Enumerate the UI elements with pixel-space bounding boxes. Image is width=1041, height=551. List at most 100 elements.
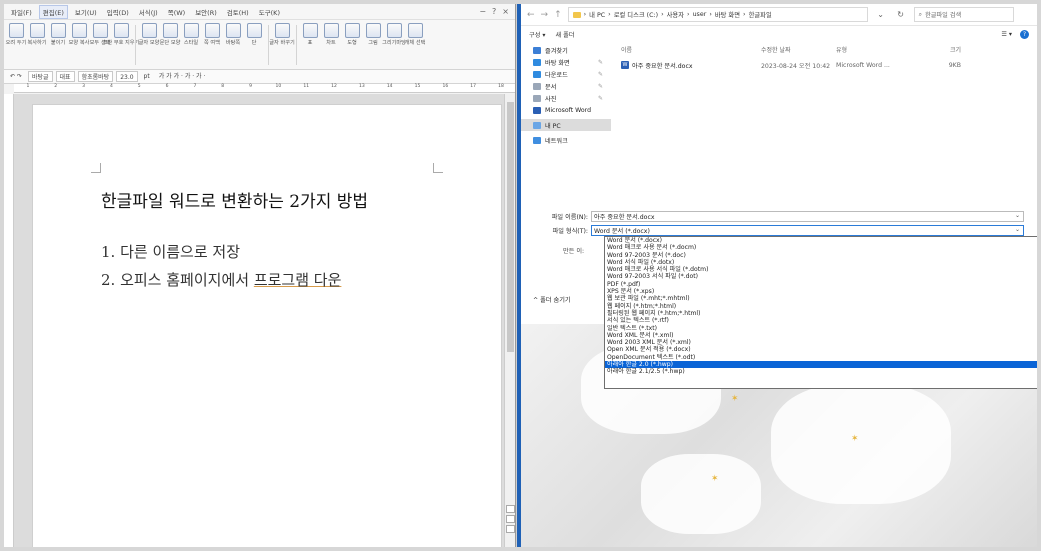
menu-item[interactable]: 도구(K)	[256, 6, 283, 18]
breadcrumb-item[interactable]: 내 PC	[589, 10, 605, 19]
filename-input[interactable]: 아주 중요한 문서.docx ⌄	[591, 210, 1024, 222]
hide-folders-button[interactable]: ^ 폴더 숨기기	[533, 295, 571, 304]
menu-item[interactable]: 보기(U)	[72, 6, 100, 18]
filetype-option[interactable]: Word 97-2003 문서 (*.doc)	[605, 252, 1037, 259]
menu-item[interactable]: 파일(F)	[8, 6, 35, 18]
breadcrumb-item[interactable]: 바탕 화면	[715, 10, 740, 19]
ribbon-button[interactable]: 차트	[321, 23, 341, 46]
chevron-down-icon[interactable]: ⌄	[1015, 226, 1020, 233]
format-copy-icon	[71, 23, 87, 38]
breadcrumb-item[interactable]: 한글파일	[749, 10, 772, 19]
document-page[interactable]: 한글파일 워드로 변환하는 2가지 방법 1. 다른 이름으로 저장 2. 오피…	[32, 104, 502, 547]
ribbon-button[interactable]: 그림	[363, 23, 383, 46]
ribbon-label: 글자 바꾸기	[269, 40, 295, 46]
help-icon[interactable]: ?	[492, 7, 496, 16]
col-type[interactable]: 유형	[836, 45, 906, 54]
dropdown-icon[interactable]: ⌄	[874, 10, 888, 19]
filetype-option[interactable]: 서식 있는 텍스트 (*.rtf)	[605, 317, 1037, 324]
filetype-option[interactable]: 아래아 한글 2.1/2.5 (*.hwp)	[605, 368, 1037, 375]
pin-icon[interactable]: ✎	[598, 95, 603, 102]
filetype-select[interactable]: Word 문서 (*.docx) ⌄	[591, 224, 1024, 236]
chevron-down-icon[interactable]: ⌄	[1015, 212, 1020, 219]
ribbon-button[interactable]: 글자 모양	[139, 23, 159, 46]
prev-page-button[interactable]	[506, 505, 515, 513]
ribbon-button[interactable]: 글자 바꾸기	[269, 23, 295, 46]
nav-item[interactable]: 문서 ✎	[521, 80, 611, 92]
ribbon-button[interactable]: 조판 부호 지우기	[103, 23, 139, 46]
filetype-option[interactable]: 일반 텍스트 (*.txt)	[605, 325, 1037, 332]
font-select[interactable]: 함초롬바탕	[77, 71, 114, 82]
col-size[interactable]: 크기	[906, 45, 961, 54]
ribbon-button[interactable]: 단	[244, 23, 264, 46]
pin-icon[interactable]: ✎	[598, 71, 603, 78]
file-type: Microsoft Word ...	[836, 61, 890, 69]
nav-item[interactable]: 사진 ✎	[521, 92, 611, 104]
filetype-option[interactable]: PDF (*.pdf)	[605, 281, 1037, 288]
address-bar[interactable]: › 내 PC › 로컬 디스크 (C:) › 사용자 › user › 바탕 화면 › 한글파일	[567, 7, 868, 22]
document-icon	[533, 82, 541, 90]
ribbon-button[interactable]: 쪽 여백	[202, 23, 222, 46]
pin-icon[interactable]: ✎	[598, 59, 603, 66]
menu-item[interactable]: 보안(R)	[192, 6, 220, 18]
char-format-buttons[interactable]: 가 가 가 · 가 · 가 ·	[156, 71, 209, 82]
ribbon-button[interactable]: 문단 모양	[160, 23, 180, 46]
forward-icon[interactable]: →	[541, 10, 549, 20]
menu-item[interactable]: 쪽(W)	[165, 6, 188, 18]
ribbon-button[interactable]: 모양 복사	[69, 23, 89, 46]
help-icon[interactable]: ?	[1020, 30, 1029, 39]
picture-icon	[533, 94, 541, 102]
menu-item[interactable]: 서식(J)	[136, 6, 161, 18]
filetype-option[interactable]: OpenDocument 텍스트 (*.odt)	[605, 354, 1037, 361]
nav-item[interactable]: 바탕 화면 ✎	[521, 56, 611, 68]
nav-item[interactable]: 다운로드 ✎	[521, 68, 611, 80]
menu-item[interactable]: 입력(D)	[104, 6, 132, 18]
organize-button[interactable]: 구성 ▾	[529, 30, 545, 39]
undo-icon[interactable]: ↶ ↷	[7, 71, 25, 82]
search-box[interactable]: ⌕ 한글파일 검색	[913, 7, 1014, 22]
vertical-scrollbar[interactable]	[504, 94, 515, 547]
minimize-icon[interactable]: −	[479, 7, 486, 16]
word-icon	[533, 106, 541, 114]
nav-item[interactable]: 네트워크	[521, 134, 611, 146]
filetype-option[interactable]: 필터링된 웹 페이지 (*.htm;*.html)	[605, 310, 1037, 317]
scroll-thumb[interactable]	[507, 102, 514, 352]
para-style-select[interactable]: 대표	[55, 71, 75, 82]
menu-item[interactable]: 편집(E)	[38, 4, 68, 19]
ribbon-button[interactable]: 개체 선택	[405, 23, 425, 46]
filetype-option[interactable]: Word 97-2003 서식 파일 (*.dot)	[605, 273, 1037, 280]
breadcrumb-item[interactable]: 로컬 디스크 (C:)	[614, 10, 658, 19]
nav-item[interactable]: 즐겨찾기	[521, 44, 611, 56]
file-row[interactable]: W 아주 중요한 문서.docx 2023-08-24 오전 10:42 Micr…	[613, 59, 1033, 71]
filetype-option[interactable]: 웹 보관 파일 (*.mht;*.mhtml)	[605, 295, 1037, 302]
ribbon-button[interactable]: 도형	[342, 23, 362, 46]
filetype-option[interactable]: 웹 페이지 (*.htm;*.html)	[605, 303, 1037, 310]
ribbon-button[interactable]: 붙이기	[48, 23, 68, 46]
up-icon[interactable]: ↑	[554, 10, 562, 20]
new-folder-button[interactable]: 새 폴더	[555, 30, 574, 39]
ribbon-button[interactable]: 복사하기	[27, 23, 47, 46]
filetype-row: 파일 형식(T): Word 문서 (*.docx) ⌄	[521, 224, 1037, 236]
pin-icon[interactable]: ✎	[598, 83, 603, 90]
next-page-button[interactable]	[506, 515, 515, 523]
style-select[interactable]: 바탕글	[27, 71, 53, 82]
filetype-option[interactable]: Open XML 문서 적용 (*.docx)	[605, 346, 1037, 353]
back-icon[interactable]: ←	[527, 10, 535, 20]
refresh-icon[interactable]: ↻	[894, 10, 908, 19]
col-name[interactable]: 이름	[621, 45, 761, 54]
ribbon-button[interactable]: 그리기마당	[382, 23, 406, 46]
menu-item[interactable]: 검토(H)	[224, 6, 252, 18]
ribbon-button[interactable]: 스타일	[181, 23, 201, 46]
view-options-icon[interactable]: ☰ ▾	[1001, 31, 1012, 38]
ribbon-button[interactable]: 오려 두기	[6, 23, 26, 46]
ribbon-button[interactable]: 표	[300, 23, 320, 46]
ribbon-button[interactable]: 바탕쪽	[223, 23, 243, 46]
nav-item[interactable]: 내 PC	[521, 119, 611, 131]
font-size-input[interactable]: 23.0	[116, 71, 138, 82]
page-view-button[interactable]	[506, 525, 515, 533]
filetype-option[interactable]: Word 매크로 사용 문서 (*.docm)	[605, 244, 1037, 251]
col-date[interactable]: 수정한 날짜	[761, 45, 836, 54]
breadcrumb-item[interactable]: user	[693, 11, 707, 18]
close-icon[interactable]: ×	[502, 7, 509, 16]
nav-item[interactable]: Microsoft Word	[521, 104, 611, 116]
breadcrumb-item[interactable]: 사용자	[667, 10, 684, 19]
